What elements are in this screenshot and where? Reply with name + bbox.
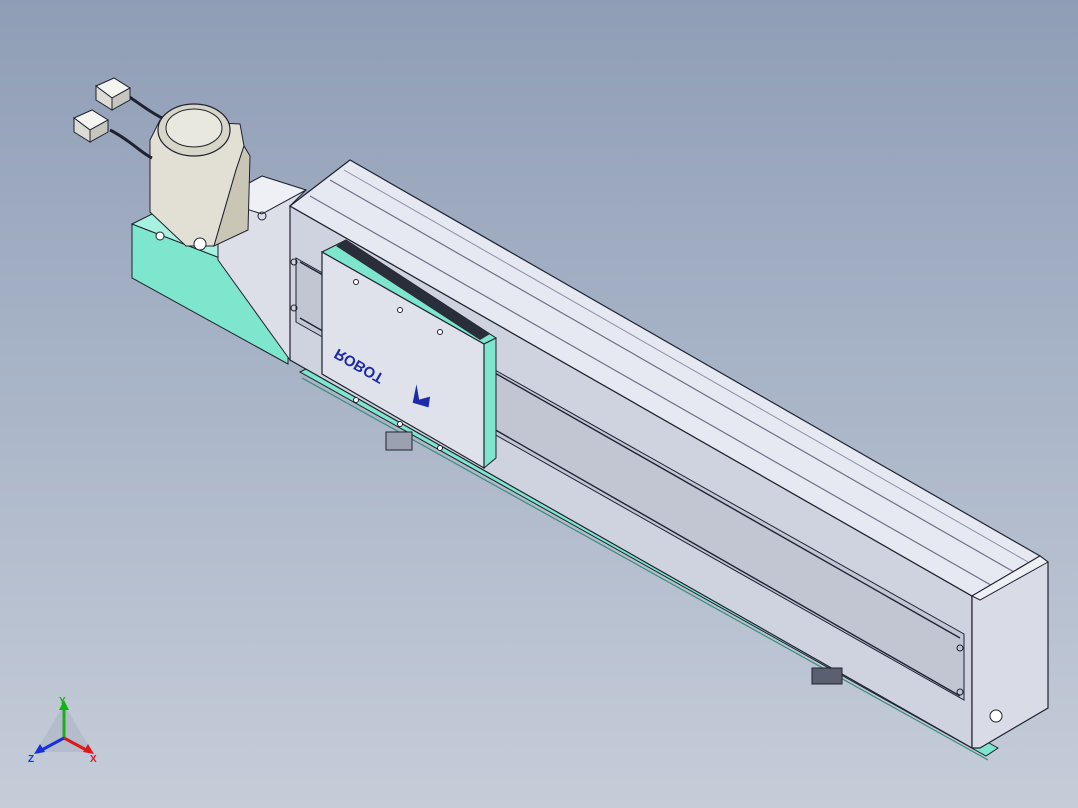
- limit-sensor-right: [811, 667, 843, 685]
- connector-upper: [95, 77, 131, 111]
- limit-sensor-left: [385, 431, 413, 451]
- cable-lower: [109, 128, 153, 160]
- cad-viewport[interactable]: ROBOT Y X Z: [0, 0, 1078, 808]
- linear-actuator-model[interactable]: ROBOT: [0, 0, 1078, 808]
- triad-y-label: Y: [59, 696, 66, 707]
- orientation-triad[interactable]: Y X Z: [22, 694, 112, 774]
- cable-upper: [127, 94, 163, 120]
- triad-x-label: X: [90, 754, 97, 765]
- triad-z-label: Z: [28, 754, 34, 765]
- connector-lower: [73, 109, 109, 143]
